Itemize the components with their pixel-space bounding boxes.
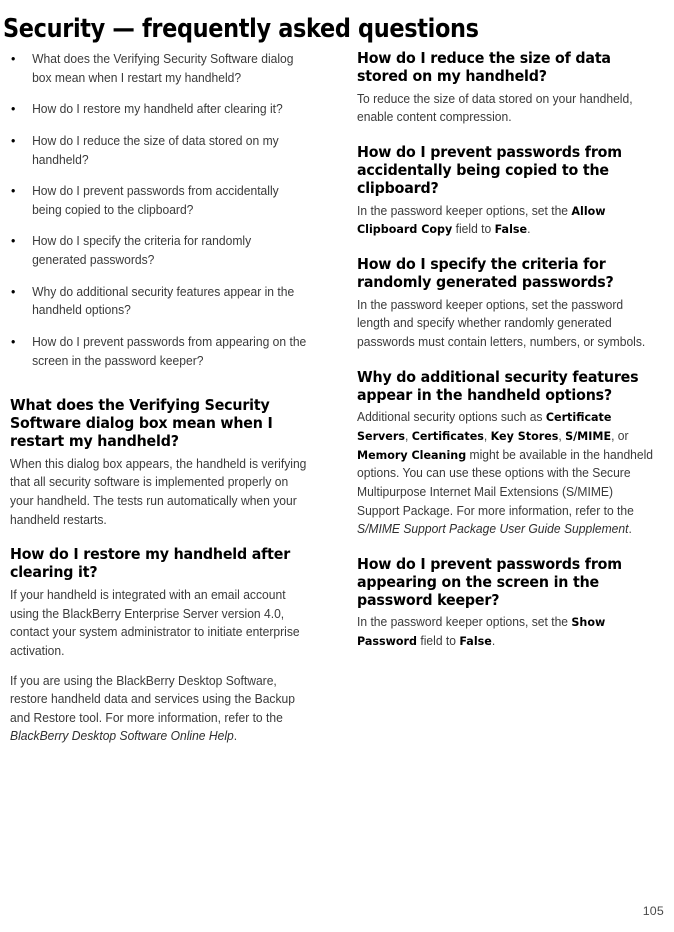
section-body: In the password keeper options, set the …	[357, 613, 657, 650]
page-number: 105	[642, 904, 664, 918]
section-heading: What does the Verifying Security Softwar…	[10, 396, 273, 450]
ui-field-value: False	[494, 222, 528, 237]
section-additional-security-features: Why do additional security features appe…	[357, 367, 669, 539]
faq-link-label: How do I prevent passwords from appearin…	[32, 334, 307, 368]
body-text-tail: .	[491, 634, 496, 649]
body-text: If you are using the BlackBerry Desktop …	[10, 673, 295, 725]
body-separator: ,	[404, 429, 412, 444]
faq-link-label: How do I restore my handheld after clear…	[32, 102, 283, 117]
section-random-password-criteria: How do I specify the criteria for random…	[357, 254, 669, 352]
body-text: field to	[452, 222, 495, 237]
book-reference: BlackBerry Desktop Software Online Help	[10, 729, 234, 744]
left-column: What does the Verifying Security Softwar…	[10, 49, 320, 763]
section-restore-handheld: How do I restore my handheld after clear…	[10, 545, 320, 747]
ui-option-memory-cleaning: Memory Cleaning	[357, 447, 467, 462]
section-hide-passwords-on-screen: How do I prevent passwords from appearin…	[357, 554, 669, 651]
list-item[interactable]: Why do additional security features appe…	[10, 282, 308, 320]
ui-field-value: False	[459, 634, 492, 649]
ui-option-smime: S/MIME	[565, 429, 612, 444]
faq-link-label: What does the Verifying Security Softwar…	[32, 52, 294, 85]
section-prevent-clipboard-copy: How do I prevent passwords from accident…	[357, 143, 669, 239]
list-item[interactable]: How do I restore my handheld after clear…	[10, 99, 308, 119]
section-body: In the password keeper options, set the …	[357, 297, 646, 349]
body-text: Additional security options such as	[357, 410, 546, 425]
body-separator: ,	[558, 429, 566, 444]
section-heading: How do I prevent passwords from accident…	[357, 143, 622, 197]
section-body-first: If your handheld is integrated with an e…	[10, 588, 300, 658]
section-body: When this dialog box appears, the handhe…	[10, 456, 307, 527]
section-body: To reduce the size of data stored on you…	[357, 91, 633, 125]
section-reduce-data-size: How do I reduce the size of data stored …	[357, 49, 669, 127]
faq-link-label: How do I specify the criteria for random…	[32, 234, 252, 267]
section-verifying-security-software: What does the Verifying Security Softwar…	[10, 396, 320, 529]
section-body-second: If you are using the BlackBerry Desktop …	[10, 672, 308, 747]
section-heading: How do I specify the criteria for random…	[357, 254, 614, 291]
section-heading: How do I restore my handheld after clear…	[10, 545, 291, 582]
body-text-tail: .	[527, 222, 531, 237]
faq-link-label: How do I reduce the size of data stored …	[32, 133, 279, 167]
list-item[interactable]: How do I prevent passwords from accident…	[10, 181, 308, 219]
section-body: In the password keeper options, set the …	[357, 202, 657, 239]
body-text-tail: .	[233, 729, 238, 744]
faq-link-label: How do I prevent passwords from accident…	[32, 184, 279, 217]
body-text: In the password keeper options, set the	[357, 203, 572, 218]
right-column: How do I reduce the size of data stored …	[357, 49, 669, 668]
body-separator: , or	[611, 429, 629, 444]
list-item[interactable]: What does the Verifying Security Softwar…	[10, 49, 308, 87]
list-item[interactable]: How do I reduce the size of data stored …	[10, 131, 308, 169]
list-item[interactable]: How do I prevent passwords from appearin…	[10, 332, 308, 370]
section-heading: Why do additional security features appe…	[357, 367, 639, 404]
list-item[interactable]: How do I specify the criteria for random…	[10, 231, 308, 269]
ui-option-certificates: Certificates	[411, 429, 484, 444]
section-heading: How do I prevent passwords from appearin…	[357, 554, 622, 609]
section-heading: How do I reduce the size of data stored …	[357, 49, 611, 85]
body-text: In the password keeper options, set the	[357, 615, 572, 630]
body-text-tail: .	[628, 522, 632, 537]
ui-option-key-stores: Key Stores	[490, 429, 559, 444]
section-body: Additional security options such as Cert…	[357, 408, 657, 538]
page-title: Security — frequently asked questions	[3, 14, 479, 45]
faq-question-list: What does the Verifying Security Softwar…	[10, 49, 320, 370]
book-reference: S/MIME Support Package User Guide Supple…	[357, 522, 629, 537]
faq-link-label: Why do additional security features appe…	[32, 284, 295, 318]
document-page: Security — frequently asked questions Wh…	[0, 0, 674, 932]
body-text: field to	[417, 634, 460, 649]
